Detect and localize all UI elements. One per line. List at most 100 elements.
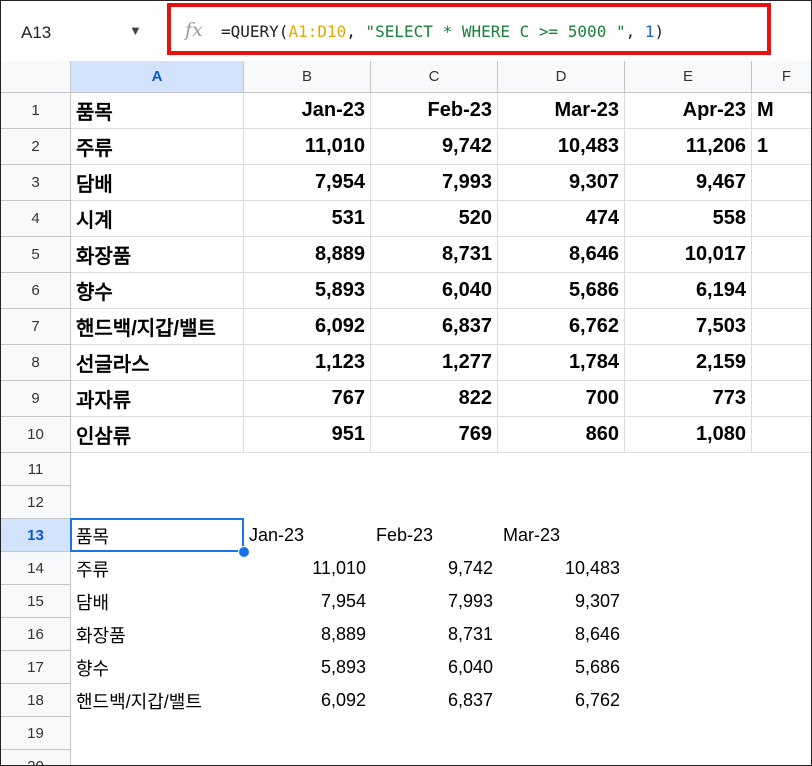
cell-e9[interactable]: 773 <box>625 381 752 417</box>
row-header-18[interactable]: 18 <box>1 684 71 717</box>
cell-f16[interactable] <box>752 618 811 651</box>
cell-f2[interactable]: 1 <box>752 129 811 165</box>
cell-e19[interactable] <box>625 717 752 750</box>
cell-b17[interactable]: 5,893 <box>244 651 371 684</box>
cell-c3[interactable]: 7,993 <box>371 165 498 201</box>
cell-b2[interactable]: 11,010 <box>244 129 371 165</box>
row-header-8[interactable]: 8 <box>1 345 71 381</box>
cell-e11[interactable] <box>625 453 752 486</box>
select-all-corner[interactable] <box>1 61 71 93</box>
cell-a20[interactable] <box>71 750 244 765</box>
cell-c19[interactable] <box>371 717 498 750</box>
cell-f9[interactable] <box>752 381 811 417</box>
cell-f1[interactable]: M <box>752 93 811 129</box>
row-header-17[interactable]: 17 <box>1 651 71 684</box>
cell-b19[interactable] <box>244 717 371 750</box>
cell-f5[interactable] <box>752 237 811 273</box>
row-header-20[interactable]: 20 <box>1 750 71 765</box>
chevron-down-icon[interactable]: ▼ <box>129 23 142 38</box>
cell-a1[interactable]: 품목 <box>71 93 244 129</box>
cell-d14[interactable]: 10,483 <box>498 552 625 585</box>
row-header-13[interactable]: 13 <box>1 519 71 552</box>
cell-e13[interactable] <box>625 519 752 552</box>
row-header-19[interactable]: 19 <box>1 717 71 750</box>
cell-d5[interactable]: 8,646 <box>498 237 625 273</box>
cell-a3[interactable]: 담배 <box>71 165 244 201</box>
cell-f6[interactable] <box>752 273 811 309</box>
cell-b8[interactable]: 1,123 <box>244 345 371 381</box>
cell-b12[interactable] <box>244 486 371 519</box>
cell-c15[interactable]: 7,993 <box>371 585 498 618</box>
cell-f18[interactable] <box>752 684 811 717</box>
cell-a2[interactable]: 주류 <box>71 129 244 165</box>
row-header-10[interactable]: 10 <box>1 417 71 453</box>
cell-f11[interactable] <box>752 453 811 486</box>
cell-f3[interactable] <box>752 165 811 201</box>
cell-c4[interactable]: 520 <box>371 201 498 237</box>
cell-c2[interactable]: 9,742 <box>371 129 498 165</box>
cell-a9[interactable]: 과자류 <box>71 381 244 417</box>
cell-d18[interactable]: 6,762 <box>498 684 625 717</box>
cell-f19[interactable] <box>752 717 811 750</box>
cell-f12[interactable] <box>752 486 811 519</box>
cell-c12[interactable] <box>371 486 498 519</box>
cell-c1[interactable]: Feb-23 <box>371 93 498 129</box>
row-header-15[interactable]: 15 <box>1 585 71 618</box>
cell-c13[interactable]: Feb-23 <box>371 519 498 552</box>
cell-c16[interactable]: 8,731 <box>371 618 498 651</box>
cell-d2[interactable]: 10,483 <box>498 129 625 165</box>
cell-c10[interactable]: 769 <box>371 417 498 453</box>
cell-d7[interactable]: 6,762 <box>498 309 625 345</box>
cell-d20[interactable] <box>498 750 625 765</box>
cell-c20[interactable] <box>371 750 498 765</box>
cell-d11[interactable] <box>498 453 625 486</box>
cell-f15[interactable] <box>752 585 811 618</box>
cell-c7[interactable]: 6,837 <box>371 309 498 345</box>
cell-a8[interactable]: 선글라스 <box>71 345 244 381</box>
column-header-d[interactable]: D <box>498 61 625 93</box>
cell-f17[interactable] <box>752 651 811 684</box>
cell-f20[interactable] <box>752 750 811 765</box>
cell-e8[interactable]: 2,159 <box>625 345 752 381</box>
cell-c17[interactable]: 6,040 <box>371 651 498 684</box>
row-header-9[interactable]: 9 <box>1 381 71 417</box>
cell-d12[interactable] <box>498 486 625 519</box>
cell-d10[interactable]: 860 <box>498 417 625 453</box>
cell-d4[interactable]: 474 <box>498 201 625 237</box>
cell-d3[interactable]: 9,307 <box>498 165 625 201</box>
row-header-4[interactable]: 4 <box>1 201 71 237</box>
cell-f10[interactable] <box>752 417 811 453</box>
cell-a11[interactable] <box>71 453 244 486</box>
cell-e7[interactable]: 7,503 <box>625 309 752 345</box>
cell-a16[interactable]: 화장품 <box>71 618 244 651</box>
cell-a19[interactable] <box>71 717 244 750</box>
cell-e5[interactable]: 10,017 <box>625 237 752 273</box>
cell-a10[interactable]: 인삼류 <box>71 417 244 453</box>
cell-c9[interactable]: 822 <box>371 381 498 417</box>
cell-d13[interactable]: Mar-23 <box>498 519 625 552</box>
cell-d6[interactable]: 5,686 <box>498 273 625 309</box>
cell-c18[interactable]: 6,837 <box>371 684 498 717</box>
cell-e2[interactable]: 11,206 <box>625 129 752 165</box>
cell-a6[interactable]: 향수 <box>71 273 244 309</box>
cell-b10[interactable]: 951 <box>244 417 371 453</box>
cell-a17[interactable]: 향수 <box>71 651 244 684</box>
row-header-6[interactable]: 6 <box>1 273 71 309</box>
cell-f8[interactable] <box>752 345 811 381</box>
cell-e17[interactable] <box>625 651 752 684</box>
cell-e14[interactable] <box>625 552 752 585</box>
row-header-3[interactable]: 3 <box>1 165 71 201</box>
cell-e20[interactable] <box>625 750 752 765</box>
row-header-14[interactable]: 14 <box>1 552 71 585</box>
cell-b1[interactable]: Jan-23 <box>244 93 371 129</box>
cell-c8[interactable]: 1,277 <box>371 345 498 381</box>
cell-c14[interactable]: 9,742 <box>371 552 498 585</box>
cell-f13[interactable] <box>752 519 811 552</box>
cell-b3[interactable]: 7,954 <box>244 165 371 201</box>
cell-e16[interactable] <box>625 618 752 651</box>
cell-b14[interactable]: 11,010 <box>244 552 371 585</box>
row-header-16[interactable]: 16 <box>1 618 71 651</box>
cell-a15[interactable]: 담배 <box>71 585 244 618</box>
cell-e6[interactable]: 6,194 <box>625 273 752 309</box>
cell-a13[interactable]: 품목 <box>71 519 244 552</box>
